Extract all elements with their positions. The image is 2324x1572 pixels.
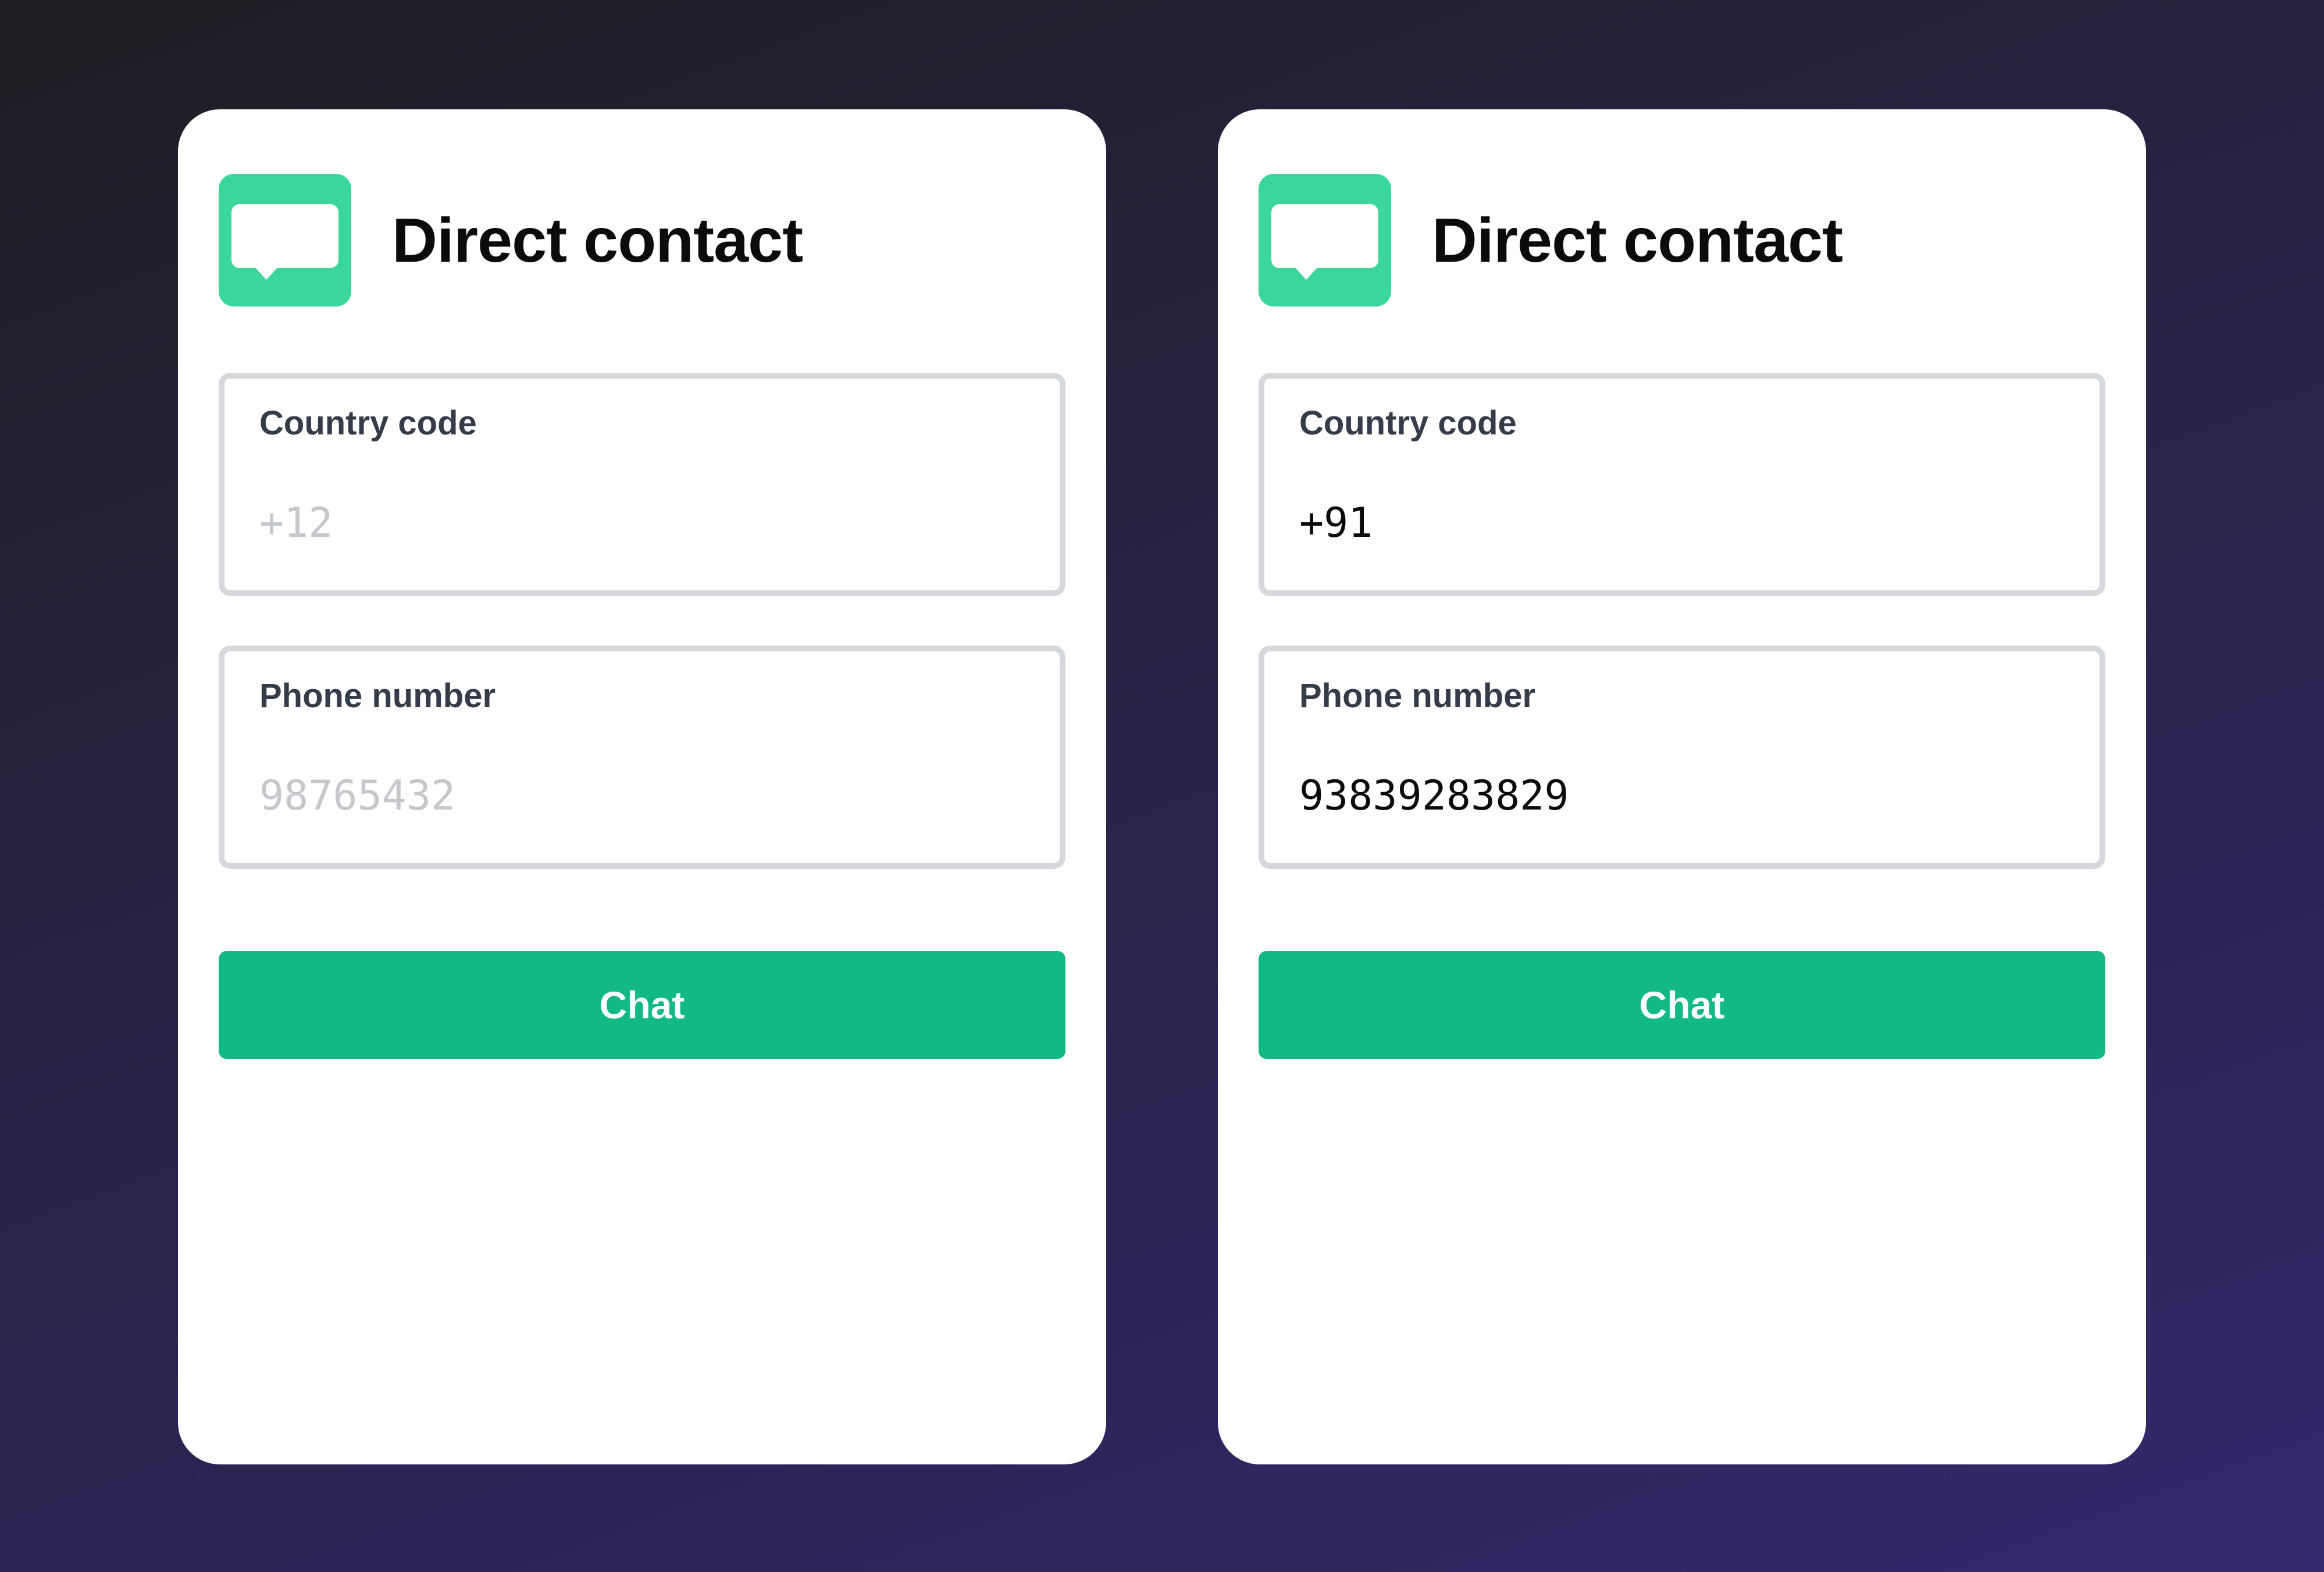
country-code-field[interactable]: Country code bbox=[219, 373, 1065, 596]
country-code-field[interactable]: Country code bbox=[1259, 373, 2105, 596]
phone-number-input[interactable] bbox=[259, 768, 1015, 824]
page-title: Direct contact bbox=[1432, 205, 1843, 275]
phone-number-field[interactable]: Phone number bbox=[1259, 646, 2105, 869]
chat-bubble-icon bbox=[219, 174, 351, 306]
country-code-label: Country code bbox=[259, 404, 477, 442]
direct-contact-card-filled: Direct contact Country code Phone number… bbox=[1218, 109, 2146, 1464]
chat-bubble-icon bbox=[1259, 174, 1391, 306]
country-code-label: Country code bbox=[1299, 404, 1517, 442]
phone-number-label: Phone number bbox=[259, 677, 496, 715]
phone-number-label: Phone number bbox=[1299, 677, 1536, 715]
country-code-input[interactable] bbox=[259, 495, 1015, 551]
phone-number-field[interactable]: Phone number bbox=[219, 646, 1065, 869]
direct-contact-card-empty: Direct contact Country code Phone number… bbox=[178, 109, 1106, 1464]
phone-number-input[interactable] bbox=[1299, 768, 2055, 824]
chat-button[interactable]: Chat bbox=[1259, 951, 2105, 1059]
country-code-input[interactable] bbox=[1299, 495, 2055, 551]
chat-button[interactable]: Chat bbox=[219, 951, 1065, 1059]
page-title: Direct contact bbox=[392, 205, 803, 275]
